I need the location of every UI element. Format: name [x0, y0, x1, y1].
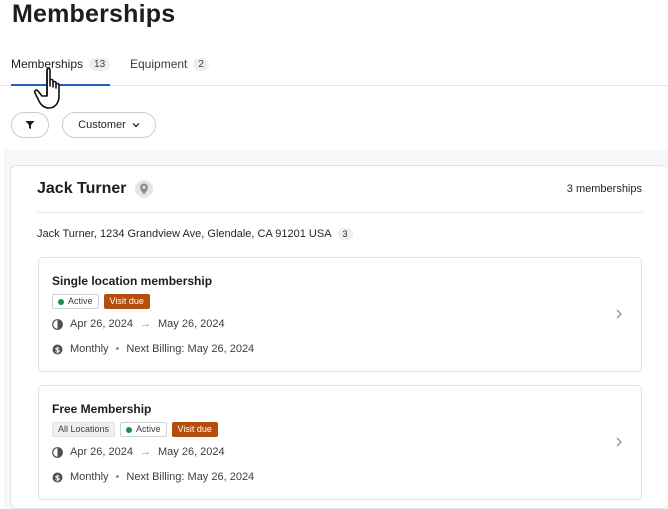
membership-billing: $ Monthly • Next Billing: May 26, 2024	[52, 343, 254, 355]
membership-card[interactable]: Single location membership Active Visit …	[38, 257, 642, 372]
tab-equipment-count: 2	[193, 57, 209, 71]
active-dot-icon	[126, 426, 133, 433]
chevron-down-icon	[132, 123, 140, 128]
address-count-badge: 3	[337, 228, 353, 240]
next-billing: Next Billing: May 26, 2024	[126, 471, 255, 483]
clock-icon	[52, 318, 63, 330]
membership-badges: Active Visit due	[52, 294, 150, 309]
active-tab-indicator	[11, 84, 110, 86]
membership-card[interactable]: Free Membership All Locations Active Vis…	[38, 385, 642, 500]
location-badge: All Locations	[52, 422, 116, 437]
tab-bar: Memberships 13 Equipment 2	[0, 52, 668, 86]
svg-text:$: $	[55, 473, 61, 482]
visit-due-badge: Visit due	[171, 422, 218, 437]
filter-icon	[25, 121, 35, 129]
membership-billing: $ Monthly • Next Billing: May 26, 2024	[52, 471, 254, 483]
membership-badges: All Locations Active Visit due	[52, 422, 218, 437]
chevron-right-icon	[616, 309, 622, 319]
visit-due-badge: Visit due	[103, 294, 150, 309]
divider	[37, 212, 643, 213]
svg-text:$: $	[55, 345, 61, 354]
tab-memberships-count: 13	[89, 57, 111, 71]
address-text: Jack Turner, 1234 Grandview Ave, Glendal…	[37, 228, 332, 240]
customer-address: Jack Turner, 1234 Grandview Ave, Glendal…	[37, 228, 353, 240]
status-label: Active	[68, 296, 93, 306]
tab-equipment-label: Equipment	[130, 57, 188, 71]
tab-equipment[interactable]: Equipment 2	[130, 57, 209, 71]
status-badge: Active	[120, 422, 167, 437]
dollar-icon: $	[52, 344, 63, 354]
membership-title: Free Membership	[52, 402, 152, 416]
chevron-right-icon	[616, 437, 622, 447]
membership-title: Single location membership	[52, 274, 213, 288]
billing-frequency: Monthly	[70, 471, 109, 483]
end-date: May 26, 2024	[158, 318, 225, 330]
membership-dates: Apr 26, 2024 → May 26, 2024	[52, 318, 225, 330]
bullet-separator: •	[115, 343, 120, 355]
clock-icon	[52, 446, 63, 458]
page-title: Memberships	[12, 0, 176, 28]
next-billing: Next Billing: May 26, 2024	[126, 343, 255, 355]
tab-memberships[interactable]: Memberships 13	[11, 57, 111, 71]
tab-memberships-label: Memberships	[11, 57, 84, 71]
customer-filter-dropdown[interactable]: Customer	[62, 112, 156, 138]
end-date: May 26, 2024	[158, 446, 225, 458]
bullet-separator: •	[115, 471, 120, 483]
customer-filter-label: Customer	[78, 119, 126, 131]
customer-header: Jack Turner	[37, 180, 153, 198]
dollar-icon: $	[52, 472, 63, 482]
filter-bar: Customer	[11, 112, 156, 138]
billing-frequency: Monthly	[70, 343, 109, 355]
location-pin-icon[interactable]	[134, 180, 153, 198]
arrow-separator: →	[140, 318, 151, 330]
arrow-separator: →	[140, 446, 151, 458]
start-date: Apr 26, 2024	[70, 318, 133, 330]
status-badge: Active	[52, 294, 99, 309]
active-dot-icon	[58, 298, 64, 305]
memberships-count: 3 memberships	[566, 183, 642, 195]
start-date: Apr 26, 2024	[70, 446, 133, 458]
status-label: Active	[136, 424, 161, 434]
customer-name: Jack Turner	[37, 180, 127, 197]
membership-dates: Apr 26, 2024 → May 26, 2024	[52, 446, 225, 458]
filter-button[interactable]	[11, 112, 49, 138]
